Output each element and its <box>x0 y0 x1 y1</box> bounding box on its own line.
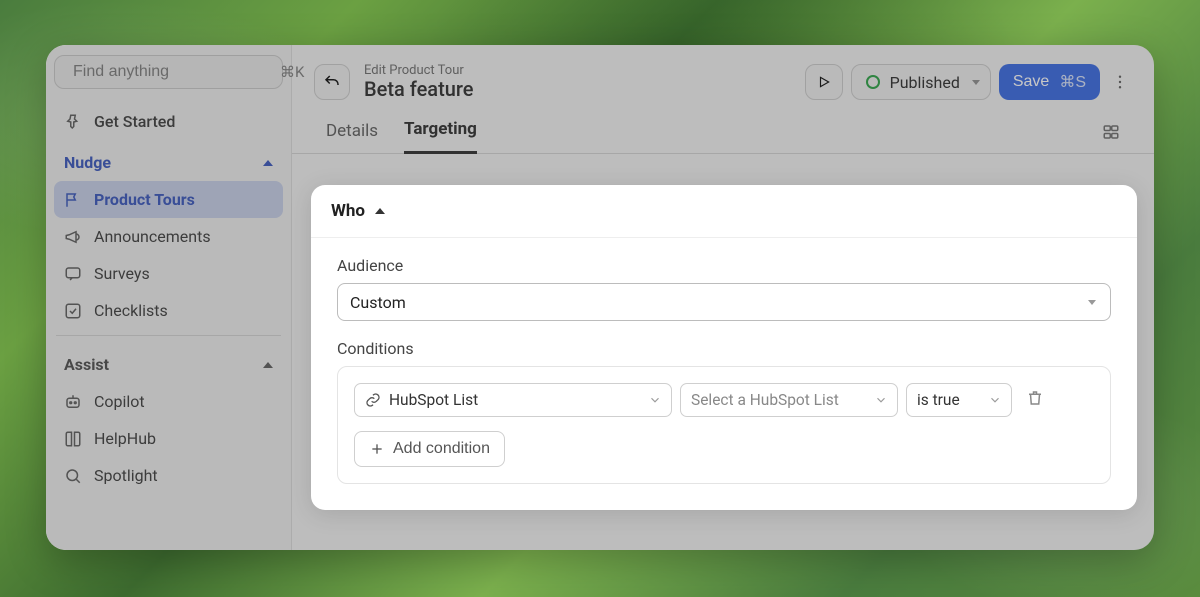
condition-attribute-select[interactable]: HubSpot List <box>354 383 672 417</box>
play-icon <box>817 75 831 89</box>
chevron-down-icon <box>988 393 1002 407</box>
sidebar-item-copilot[interactable]: Copilot <box>54 383 283 420</box>
delete-condition-button[interactable] <box>1026 389 1044 411</box>
sidebar-item-helphub[interactable]: HelpHub <box>54 420 283 457</box>
sidebar-item-announcements[interactable]: Announcements <box>54 218 283 255</box>
status-led-icon <box>866 75 880 89</box>
audience-value: Custom <box>350 293 406 312</box>
condition-attribute-value: HubSpot List <box>389 391 478 409</box>
back-button[interactable] <box>314 64 350 100</box>
plus-icon <box>369 441 385 457</box>
breadcrumb: Edit Product Tour <box>364 63 791 78</box>
sidebar-section-nudge[interactable]: Nudge <box>54 144 283 181</box>
audience-label: Audience <box>337 256 1111 275</box>
chevron-down-icon <box>874 393 888 407</box>
search-icon <box>64 467 82 485</box>
sidebar-divider <box>56 335 281 336</box>
condition-row: HubSpot List Select a HubSpot List is tr… <box>354 383 1094 417</box>
caret-up-icon <box>263 362 273 368</box>
add-condition-label: Add condition <box>393 440 490 458</box>
caret-up-icon <box>263 160 273 166</box>
sidebar-item-label: Product Tours <box>94 190 195 209</box>
sidebar-item-surveys[interactable]: Surveys <box>54 255 283 292</box>
chat-icon <box>64 265 82 283</box>
save-button[interactable]: Save ⌘S <box>999 64 1100 100</box>
condition-operator-select[interactable]: is true <box>906 383 1012 417</box>
tab-targeting[interactable]: Targeting <box>404 119 477 154</box>
preview-button[interactable] <box>805 64 843 100</box>
save-shortcut: ⌘S <box>1059 72 1086 92</box>
sidebar-item-spotlight[interactable]: Spotlight <box>54 457 283 494</box>
sidebar-item-label: Copilot <box>94 392 145 411</box>
condition-value-placeholder: Select a HubSpot List <box>691 391 839 409</box>
trash-icon <box>1026 389 1044 407</box>
sidebar-get-started[interactable]: Get Started <box>54 103 283 140</box>
condition-value-select[interactable]: Select a HubSpot List <box>680 383 898 417</box>
status-label: Published <box>890 73 960 92</box>
sidebar-section-nudge-label: Nudge <box>64 153 111 172</box>
layout-toggle[interactable] <box>1102 123 1120 153</box>
audience-select[interactable]: Custom <box>337 283 1111 321</box>
sidebar-item-checklists[interactable]: Checklists <box>54 292 283 329</box>
chevron-down-icon <box>648 393 662 407</box>
link-icon <box>365 392 381 408</box>
page-title: Beta feature <box>364 77 791 101</box>
sidebar-item-label: Spotlight <box>94 466 158 485</box>
undo-icon <box>323 73 341 91</box>
who-title: Who <box>331 201 365 221</box>
sidebar-item-label: Checklists <box>94 301 168 320</box>
status-select[interactable]: Published <box>851 64 991 100</box>
pin-icon <box>64 113 82 131</box>
who-panel: Who Audience Custom Conditions HubSpot L… <box>311 185 1137 510</box>
search-input[interactable] <box>73 63 280 81</box>
more-button[interactable] <box>1108 73 1132 91</box>
flag-icon <box>64 191 82 209</box>
who-header[interactable]: Who <box>311 185 1137 238</box>
sidebar-item-label: Surveys <box>94 264 150 283</box>
condition-operator-value: is true <box>917 391 960 409</box>
robot-icon <box>64 393 82 411</box>
sidebar-section-assist-label: Assist <box>64 355 109 374</box>
conditions-label: Conditions <box>337 339 1111 358</box>
page-title-block: Edit Product Tour Beta feature <box>364 63 791 101</box>
more-vertical-icon <box>1111 73 1129 91</box>
conditions-box: HubSpot List Select a HubSpot List is tr… <box>337 366 1111 484</box>
sidebar-item-product-tours[interactable]: Product Tours <box>54 181 283 218</box>
sidebar: ⌘K Get Started Nudge Product Tours Annou… <box>46 45 292 550</box>
tab-details[interactable]: Details <box>326 121 378 153</box>
check-square-icon <box>64 302 82 320</box>
megaphone-icon <box>64 228 82 246</box>
layout-icon <box>1102 123 1120 141</box>
save-button-label: Save <box>1013 73 1049 91</box>
sidebar-item-label: HelpHub <box>94 429 156 448</box>
book-icon <box>64 430 82 448</box>
global-search[interactable]: ⌘K <box>54 55 283 89</box>
sidebar-get-started-label: Get Started <box>94 112 175 131</box>
caret-up-icon <box>375 208 385 214</box>
add-condition-button[interactable]: Add condition <box>354 431 505 467</box>
sidebar-item-label: Announcements <box>94 227 211 246</box>
sidebar-section-assist[interactable]: Assist <box>54 346 283 383</box>
